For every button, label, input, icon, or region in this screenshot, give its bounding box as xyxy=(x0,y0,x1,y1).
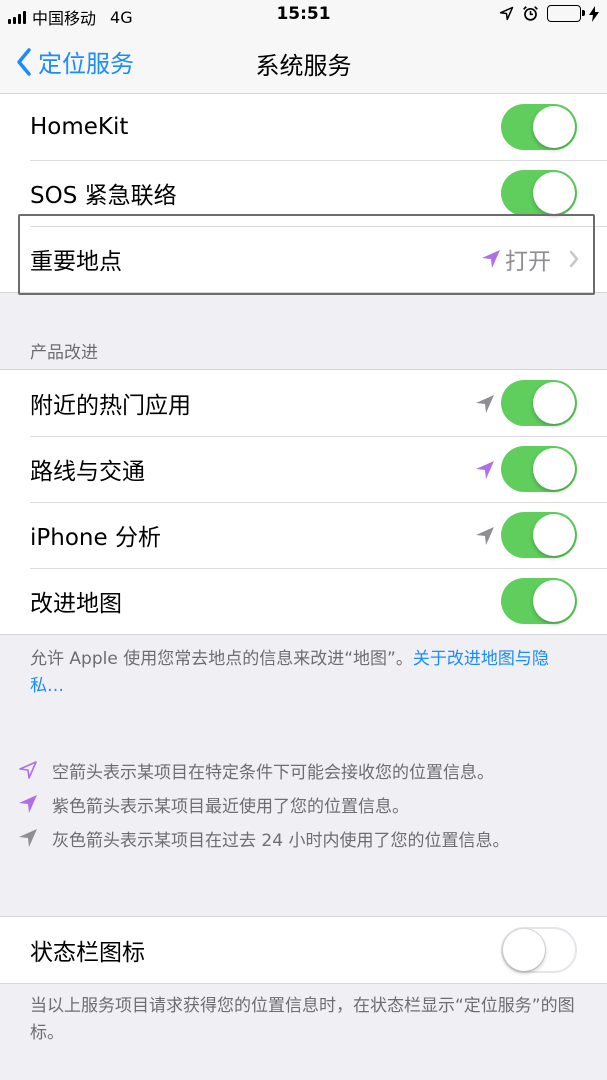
purple-arrow-icon xyxy=(476,461,494,479)
product-improvement-group: 附近的热门应用 路线与交通 iPhone 分析 改进地图 xyxy=(0,369,607,635)
charging-bolt-icon xyxy=(589,5,599,22)
legend-text: 空箭头表示某项目在特定条件下可能会接收您的位置信息。 xyxy=(52,762,494,783)
sos-toggle[interactable] xyxy=(501,170,577,216)
section-header-product: 产品改进 xyxy=(30,343,98,363)
battery-icon xyxy=(547,5,585,22)
improve-maps-footer: 允许 Apple 使用您常去地点的信息来改进“地图”。关于改进地图与隐私… xyxy=(30,646,582,700)
status-right xyxy=(499,5,599,22)
gray-arrow-icon xyxy=(476,395,494,413)
row-improve-maps: 改进地图 xyxy=(0,568,607,634)
navigation-bar: 定位服务 系统服务 xyxy=(0,30,607,94)
purple-arrow-icon xyxy=(19,795,37,813)
legend-item-purple: 紫色箭头表示某项目最近使用了您的位置信息。 xyxy=(18,787,598,821)
row-routing-traffic: 路线与交通 xyxy=(0,436,607,502)
legend-item-hollow: 空箭头表示某项目在特定条件下可能会接收您的位置信息。 xyxy=(18,753,598,787)
row-homekit: HomeKit xyxy=(0,94,607,160)
status-bar-icon-toggle[interactable] xyxy=(501,927,577,973)
status-bar-icon-group: 状态栏图标 xyxy=(0,916,607,984)
legend-text: 灰色箭头表示某项目在过去 24 小时内使用了您的位置信息。 xyxy=(52,830,510,851)
routing-traffic-toggle[interactable] xyxy=(501,446,577,492)
hollow-arrow-icon xyxy=(19,761,37,779)
gray-arrow-icon xyxy=(19,829,37,847)
legend-text: 紫色箭头表示某项目最近使用了您的位置信息。 xyxy=(52,796,409,817)
popular-near-me-toggle[interactable] xyxy=(501,380,577,426)
row-status-bar-icon: 状态栏图标 xyxy=(0,917,607,983)
legend-item-gray: 灰色箭头表示某项目在过去 24 小时内使用了您的位置信息。 xyxy=(18,821,598,855)
row-iphone-analytics: iPhone 分析 xyxy=(0,502,607,568)
page-title: 系统服务 xyxy=(255,52,352,80)
location-arrow-icon xyxy=(499,6,514,21)
row-popular-near-me: 附近的热门应用 xyxy=(0,370,607,436)
gray-arrow-icon xyxy=(476,527,494,545)
alarm-clock-icon xyxy=(523,6,538,21)
status-bar: 中国移动 4G 15:51 xyxy=(0,0,607,30)
iphone-analytics-toggle[interactable] xyxy=(501,512,577,558)
improve-maps-toggle[interactable] xyxy=(501,578,577,624)
status-bar-icon-footer: 当以上服务项目请求获得您的位置信息时，在状态栏显示“定位服务”的图标。 xyxy=(30,996,575,1043)
footer-text: 允许 Apple 使用您常去地点的信息来改进“地图”。 xyxy=(30,649,413,669)
homekit-toggle[interactable] xyxy=(501,104,577,150)
arrow-legend: 空箭头表示某项目在特定条件下可能会接收您的位置信息。 紫色箭头表示某项目最近使用… xyxy=(18,753,598,855)
highlight-box xyxy=(18,214,595,295)
